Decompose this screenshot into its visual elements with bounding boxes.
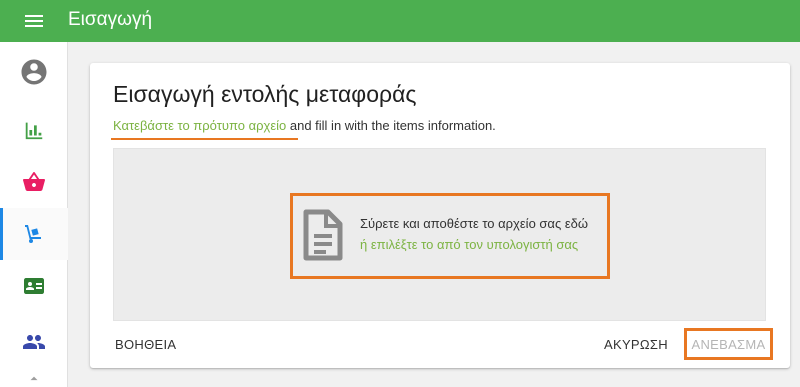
app-title: Εισαγωγή — [68, 9, 153, 30]
file-dropzone[interactable]: Σύρετε και αποθέστε το αρχείο σας εδώ ή … — [113, 148, 766, 321]
account-circle-icon — [21, 59, 47, 85]
upload-button[interactable]: ΑΝΕΒΑΣΜΑ — [684, 328, 773, 360]
sidebar-item-users[interactable] — [0, 316, 68, 368]
hand-truck-icon — [25, 225, 41, 243]
bar-chart-icon — [25, 122, 43, 140]
download-template-link[interactable]: Κατεβάστε το πρότυπο αρχείο — [113, 118, 286, 133]
cancel-button[interactable]: ΑΚΥΡΩΣΗ — [604, 337, 668, 352]
sidebar-item-more[interactable] — [0, 372, 68, 387]
annotation-underline — [111, 138, 298, 140]
sidebar-item-contacts[interactable] — [0, 260, 68, 312]
sidebar-item-transfers[interactable] — [0, 208, 68, 260]
dropzone-prompt[interactable]: Σύρετε και αποθέστε το αρχείο σας εδώ ή … — [290, 193, 610, 279]
help-button[interactable]: ΒΟΗΘΕΙΑ — [115, 337, 176, 352]
basket-icon — [23, 171, 45, 191]
template-instructions: Κατεβάστε το πρότυπο αρχείο and fill in … — [113, 118, 496, 133]
import-card: Εισαγωγή εντολής μεταφοράς Κατεβάστε το … — [90, 63, 790, 368]
sidebar — [0, 42, 68, 387]
sidebar-item-statistics[interactable] — [0, 104, 68, 156]
hamburger-icon — [25, 14, 43, 28]
dropzone-instruction: Σύρετε και αποθέστε το αρχείο σας εδώ — [360, 216, 589, 231]
menu-button[interactable] — [0, 0, 68, 42]
file-document-icon — [303, 209, 343, 261]
people-icon — [23, 335, 45, 349]
browse-files-link[interactable]: ή επιλέξτε το από τον υπολογιστή σας — [360, 237, 578, 252]
page-title: Εισαγωγή εντολής μεταφοράς — [113, 81, 417, 107]
chevron-up-icon — [30, 376, 38, 381]
id-card-icon — [24, 278, 44, 294]
sidebar-item-orders[interactable] — [0, 156, 68, 208]
template-instructions-text: and fill in with the items information. — [286, 118, 496, 133]
sidebar-item-profile[interactable] — [0, 46, 68, 98]
app-bar: Εισαγωγή — [0, 0, 800, 42]
